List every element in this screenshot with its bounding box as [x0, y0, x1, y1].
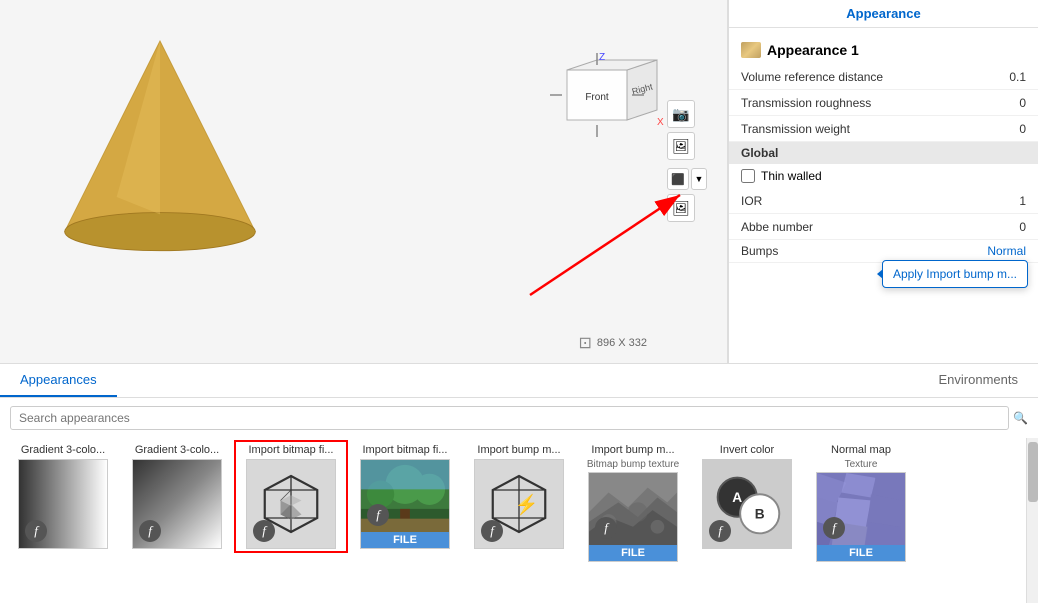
global-label: Global — [741, 146, 778, 160]
trans-weight-value: 0 — [996, 122, 1026, 136]
svg-text:⚡: ⚡ — [515, 493, 539, 516]
thin-walled-checkbox[interactable] — [741, 169, 755, 183]
items-area: Gradient 3-colo... f Gradient 3-colo... … — [0, 438, 1038, 603]
file-label-8: FILE — [817, 545, 905, 561]
svg-text:A: A — [732, 490, 742, 505]
ior-row: IOR 1 — [729, 188, 1038, 214]
item-import-bump-cube-name: Import bump m... — [466, 444, 572, 457]
tab-environments[interactable]: Environments — [919, 364, 1038, 397]
item-import-bitmap-sel-thumb: f — [246, 459, 336, 549]
appearance-name: Appearance 1 — [767, 42, 859, 58]
item-gradient-lr-thumb: f — [18, 459, 108, 549]
dropdown-btn[interactable]: ▼ — [691, 168, 707, 190]
panel-header: Appearance — [729, 0, 1038, 28]
item-import-bitmap-photo-name: Import bitmap fi... — [352, 444, 458, 457]
viewport: Front Right Z X 📷 🖼 ⬛ ▼ 🖼 — [0, 0, 728, 363]
bottom-section: Appearances Environments 🔍 Gradient 3-co… — [0, 363, 1038, 603]
svg-text:Front: Front — [585, 92, 609, 103]
tooltip-text: Apply Import bump m... — [893, 267, 1017, 281]
abbe-label: Abbe number — [741, 220, 996, 234]
global-section-header: Global — [729, 142, 1038, 164]
panel-content: Appearance 1 Volume reference distance 0… — [729, 28, 1038, 363]
item-gradient-diag[interactable]: Gradient 3-colo... f — [122, 442, 232, 551]
item-gradient-diag-thumb: f — [132, 459, 222, 549]
thin-walled-row[interactable]: Thin walled — [729, 164, 1038, 188]
item-normal-name: Normal map — [808, 444, 914, 457]
tab-environments-label: Environments — [939, 372, 1018, 387]
item-gradient-lr[interactable]: Gradient 3-colo... f — [8, 442, 118, 551]
panel-title: Appearance — [846, 6, 920, 21]
item-import-bump-cube[interactable]: Import bump m... ⚡ f — [464, 442, 574, 551]
bumps-tooltip[interactable]: Apply Import bump m... — [882, 260, 1028, 288]
file-label-4: FILE — [361, 532, 449, 548]
trans-rough-value: 0 — [996, 96, 1026, 110]
tab-appearances[interactable]: Appearances — [0, 364, 117, 397]
item-import-bump-file-name: Import bump m... — [580, 444, 686, 457]
item-normal-sub: Texture — [845, 459, 878, 470]
property-volume-ref: Volume reference distance 0.1 — [729, 64, 1038, 90]
right-panel: Appearance Appearance 1 Volume reference… — [728, 0, 1038, 363]
item-invert-name: Invert color — [694, 444, 800, 457]
ior-value: 1 — [996, 194, 1026, 208]
item-normal-map[interactable]: Normal map Texture — [806, 442, 916, 564]
screenshot-btn[interactable]: 🖼 — [667, 194, 695, 222]
item-gradient-lr-name: Gradient 3-colo... — [10, 444, 116, 457]
thin-walled-label: Thin walled — [761, 169, 822, 183]
search-icon[interactable]: 🔍 — [1013, 411, 1028, 425]
item-invert-color[interactable]: Invert color A B f — [692, 442, 802, 551]
item-normal-thumb: FILE f — [816, 472, 906, 562]
item-import-bitmap-selected[interactable]: Import bitmap fi... f — [236, 442, 346, 551]
svg-text:Z: Z — [599, 52, 605, 63]
ior-label: IOR — [741, 194, 996, 208]
camera-btn[interactable]: 📷 — [667, 100, 695, 128]
appearance-title-row: Appearance 1 — [729, 36, 1038, 64]
items-grid: Gradient 3-colo... f Gradient 3-colo... … — [0, 438, 1026, 603]
trans-weight-label: Transmission weight — [741, 122, 996, 136]
scrollbar-thumb — [1028, 442, 1038, 502]
tab-appearances-label: Appearances — [20, 372, 97, 387]
item-import-bitmap-photo[interactable]: Import bitmap fi... FILE f — [350, 442, 460, 551]
svg-text:B: B — [755, 507, 765, 522]
item-gradient-diag-name: Gradient 3-colo... — [124, 444, 230, 457]
abbe-row: Abbe number 0 — [729, 214, 1038, 240]
dimension-icon: ⊡ — [578, 333, 591, 353]
file-label-6: FILE — [589, 545, 677, 561]
item-import-bump-cube-thumb: ⚡ f — [474, 459, 564, 549]
volume-ref-value: 0.1 — [996, 70, 1026, 84]
appearance-icon — [741, 42, 761, 58]
item-import-bump-file-sub: Bitmap bump texture — [587, 459, 679, 470]
trans-rough-label: Transmission roughness — [741, 96, 996, 110]
property-trans-rough: Transmission roughness 0 — [729, 90, 1038, 116]
item-import-bump-file[interactable]: Import bump m... Bitmap bump texture — [578, 442, 688, 564]
tabs-bar: Appearances Environments — [0, 364, 1038, 398]
svg-text:X: X — [657, 117, 664, 128]
bumps-value[interactable]: Normal — [987, 244, 1026, 258]
property-trans-weight: Transmission weight 0 — [729, 116, 1038, 142]
tab-divider — [117, 364, 919, 397]
search-bar: 🔍 — [0, 398, 1038, 438]
main-area: Front Right Z X 📷 🖼 ⬛ ▼ 🖼 — [0, 0, 1038, 363]
bumps-label: Bumps — [741, 244, 987, 258]
bumps-row[interactable]: Bumps Normal Apply Import bump m... — [729, 240, 1038, 263]
items-scrollbar[interactable] — [1026, 438, 1038, 603]
render-btn[interactable]: 🖼 — [667, 132, 695, 160]
item-invert-thumb: A B f — [702, 459, 792, 549]
item-import-bitmap-photo-thumb: FILE f — [360, 459, 450, 549]
item-import-bump-file-thumb: FILE f — [588, 472, 678, 562]
volume-ref-label: Volume reference distance — [741, 70, 996, 84]
search-input[interactable] — [10, 406, 1009, 430]
cone-shape — [30, 10, 290, 280]
abbe-value: 0 — [996, 220, 1026, 234]
dimension-display: ⊡ 896 X 332 — [578, 333, 647, 353]
item-import-bitmap-sel-name: Import bitmap fi... — [238, 444, 344, 457]
viewport-controls: 📷 🖼 ⬛ ▼ 🖼 — [667, 100, 707, 222]
dimension-value: 896 X 332 — [597, 337, 647, 349]
nav-cube[interactable]: Front Right Z X — [547, 50, 677, 150]
cube-btn[interactable]: ⬛ — [667, 168, 689, 190]
